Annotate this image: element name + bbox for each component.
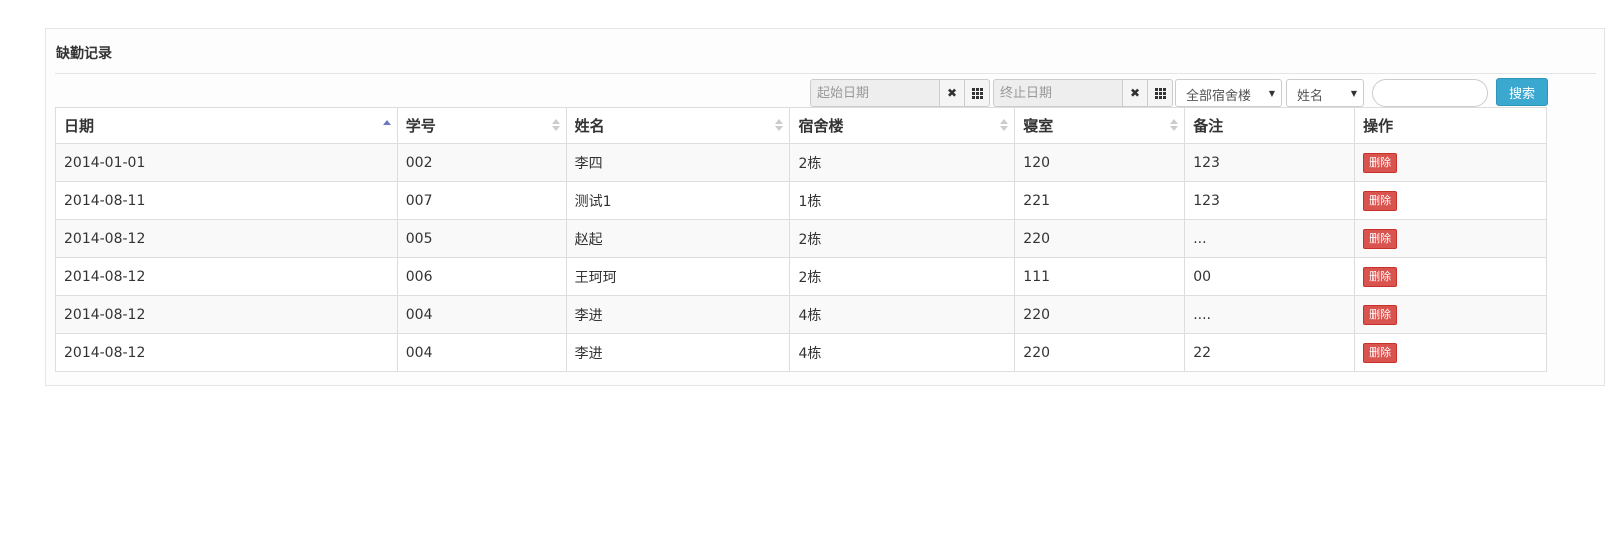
clear-icon: ✖ [1129, 86, 1141, 100]
cell-date: 2014-08-12 [55, 333, 398, 372]
table-row: 2014-08-12 004 李进 4栋 220 22 删除 [55, 333, 1547, 372]
field-select[interactable]: 姓名 ▼ [1286, 79, 1364, 107]
column-header-building[interactable]: 宿舍楼 [789, 107, 1016, 144]
cell-room: 220 [1014, 219, 1186, 258]
column-header-note: 备注 [1184, 107, 1356, 144]
cell-student-id: 006 [396, 257, 567, 296]
cell-date: 2014-08-12 [55, 295, 398, 334]
delete-button[interactable]: 删除 [1363, 304, 1398, 325]
calendar-grid-icon [971, 87, 983, 99]
sort-both-icon [775, 119, 784, 133]
search-button[interactable]: 搜索 [1496, 78, 1548, 106]
end-date-group: ✖ [993, 79, 1173, 107]
cell-action: 删除 [1354, 333, 1547, 372]
column-header-date[interactable]: 日期 [55, 107, 398, 144]
caret-down-icon: ▼ [1350, 89, 1357, 98]
field-select-value: 姓名 [1297, 89, 1324, 104]
delete-button[interactable]: 删除 [1363, 266, 1398, 287]
table-row: 2014-08-12 006 王珂珂 2栋 111 00 删除 [55, 257, 1547, 296]
cell-room: 220 [1014, 333, 1186, 372]
column-header-action: 操作 [1354, 107, 1547, 144]
table-row: 2014-01-01 002 李四 2栋 120 123 删除 [55, 143, 1547, 182]
cell-building: 1栋 [789, 181, 1016, 220]
sort-both-icon [1000, 119, 1009, 133]
cell-name: 王珂珂 [565, 257, 791, 296]
cell-action: 删除 [1354, 219, 1547, 258]
search-input[interactable] [1372, 79, 1488, 107]
cell-building: 4栋 [789, 333, 1016, 372]
cell-action: 删除 [1354, 295, 1547, 334]
delete-button[interactable]: 删除 [1363, 342, 1398, 363]
table-row: 2014-08-11 007 测试1 1栋 221 123 删除 [55, 181, 1547, 220]
cell-student-id: 004 [396, 295, 567, 334]
end-date-input[interactable] [993, 79, 1123, 107]
caret-down-icon: ▼ [1268, 89, 1275, 98]
start-date-calendar-button[interactable] [965, 79, 990, 107]
start-date-clear-button[interactable]: ✖ [940, 79, 965, 107]
table-header-row: 日期 学号 姓名 宿舍楼 寝室 备注 操作 [55, 107, 1547, 144]
cell-date: 2014-01-01 [55, 143, 398, 182]
cell-room: 221 [1014, 181, 1186, 220]
cell-action: 删除 [1354, 143, 1547, 182]
cell-student-id: 004 [396, 333, 567, 372]
absence-table: 日期 学号 姓名 宿舍楼 寝室 备注 操作 2014-01-01 002 李四 … [55, 107, 1547, 372]
sort-asc-icon [382, 120, 391, 134]
delete-button[interactable]: 删除 [1363, 152, 1398, 173]
cell-note: 00 [1184, 257, 1356, 296]
title-divider [55, 73, 1596, 74]
cell-student-id: 002 [396, 143, 567, 182]
cell-building: 2栋 [789, 143, 1016, 182]
cell-name: 李进 [565, 295, 791, 334]
cell-date: 2014-08-11 [55, 181, 398, 220]
sort-both-icon [551, 119, 560, 133]
cell-student-id: 007 [396, 181, 567, 220]
column-header-student-id[interactable]: 学号 [396, 107, 567, 144]
cell-note: .... [1184, 295, 1356, 334]
start-date-input[interactable] [810, 79, 940, 107]
panel-title: 缺勤记录 [56, 46, 112, 62]
cell-room: 220 [1014, 295, 1186, 334]
cell-name: 李进 [565, 333, 791, 372]
cell-name: 测试1 [565, 181, 791, 220]
delete-button[interactable]: 删除 [1363, 228, 1398, 249]
start-date-group: ✖ [810, 79, 990, 107]
end-date-clear-button[interactable]: ✖ [1123, 79, 1148, 107]
cell-date: 2014-08-12 [55, 257, 398, 296]
table-row: 2014-08-12 004 李进 4栋 220 .... 删除 [55, 295, 1547, 334]
calendar-grid-icon [1154, 87, 1166, 99]
cell-name: 李四 [565, 143, 791, 182]
sort-both-icon [1170, 119, 1179, 133]
end-date-calendar-button[interactable] [1148, 79, 1173, 107]
absence-panel: 缺勤记录 ✖ ✖ 全部宿舍楼 ▼ 姓名 ▼ 搜索 [45, 28, 1605, 386]
column-header-room[interactable]: 寝室 [1014, 107, 1186, 144]
building-select-value: 全部宿舍楼 [1186, 89, 1252, 104]
cell-note: 22 [1184, 333, 1356, 372]
cell-note: 123 [1184, 143, 1356, 182]
cell-note: 123 [1184, 181, 1356, 220]
table-row: 2014-08-12 005 赵起 2栋 220 ... 删除 [55, 219, 1547, 258]
clear-icon: ✖ [946, 86, 958, 100]
cell-action: 删除 [1354, 181, 1547, 220]
cell-building: 4栋 [789, 295, 1016, 334]
cell-date: 2014-08-12 [55, 219, 398, 258]
cell-building: 2栋 [789, 257, 1016, 296]
delete-button[interactable]: 删除 [1363, 190, 1398, 211]
cell-note: ... [1184, 219, 1356, 258]
cell-action: 删除 [1354, 257, 1547, 296]
cell-building: 2栋 [789, 219, 1016, 258]
cell-room: 120 [1014, 143, 1186, 182]
cell-room: 111 [1014, 257, 1186, 296]
column-header-name[interactable]: 姓名 [565, 107, 791, 144]
building-select[interactable]: 全部宿舍楼 ▼ [1175, 79, 1282, 107]
cell-name: 赵起 [565, 219, 791, 258]
cell-student-id: 005 [396, 219, 567, 258]
